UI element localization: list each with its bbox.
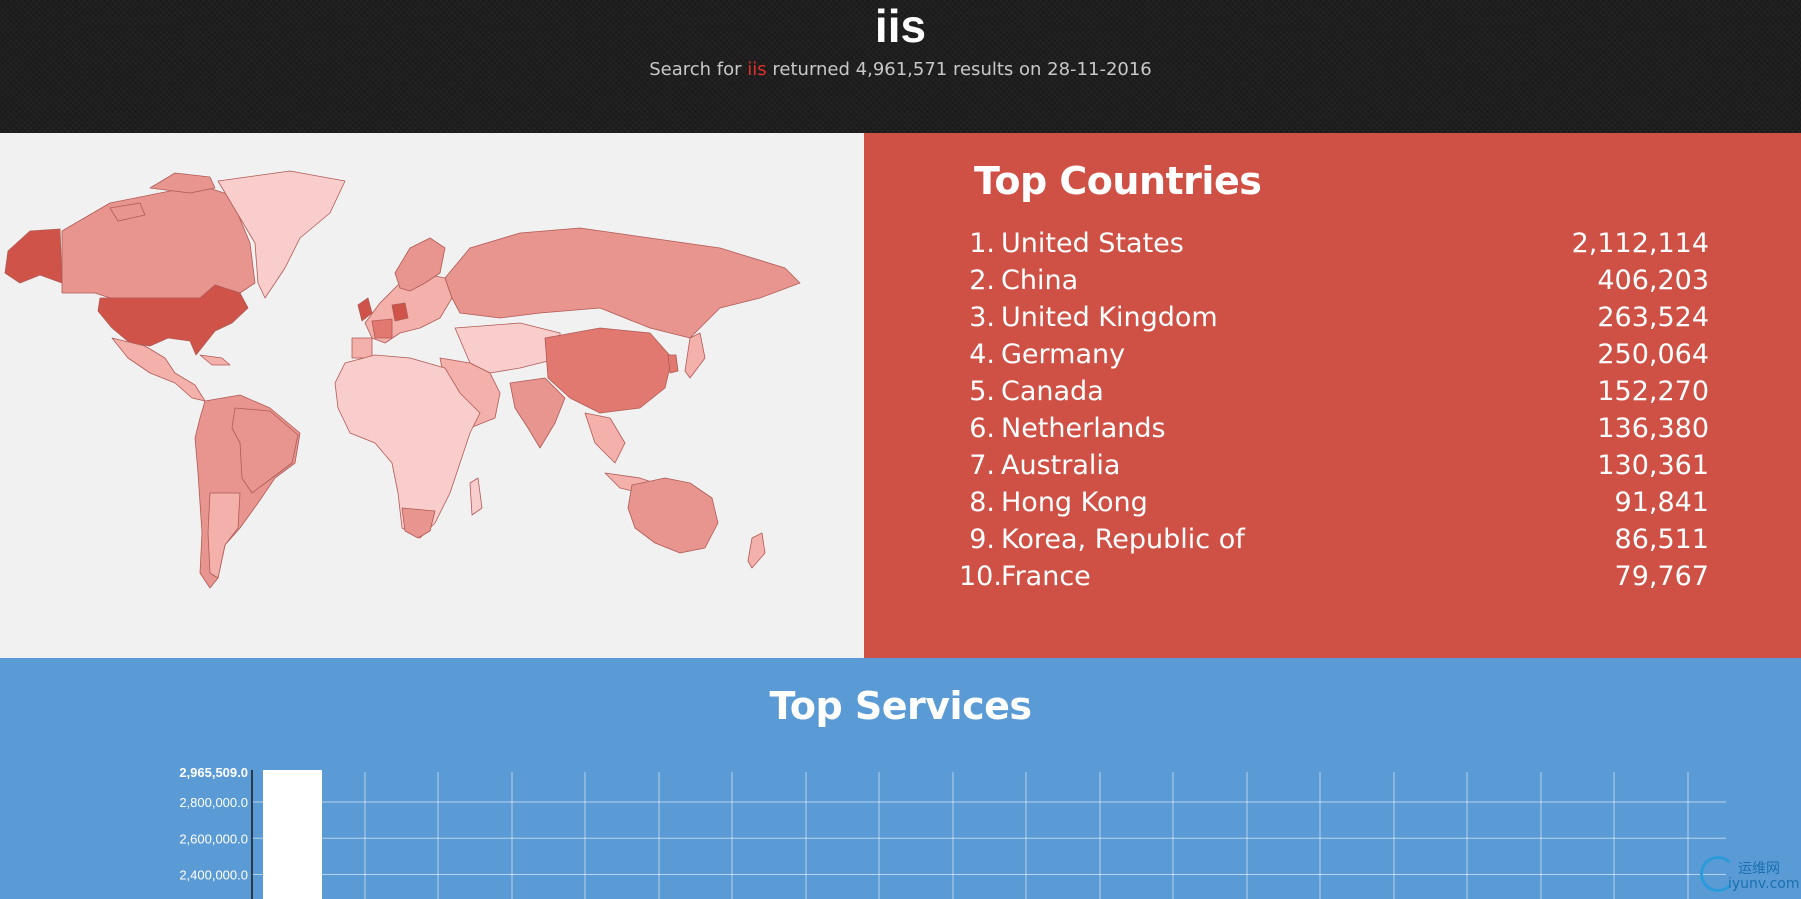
country-row: 6. Netherlands 136,380 bbox=[959, 410, 1709, 447]
map-country-france bbox=[371, 318, 393, 339]
y-tick-label: 2,600,000.0 bbox=[179, 831, 248, 846]
country-name: France bbox=[1001, 561, 1091, 592]
country-name: China bbox=[1001, 265, 1079, 296]
map-country-australia bbox=[627, 477, 719, 554]
watermark-en-text: iyunv.com bbox=[1728, 876, 1800, 892]
country-row: 2. China 406,203 bbox=[959, 262, 1709, 299]
top-services-chart: 2,965,509.0 2,800,000.0 2,600,000.0 2,400,0… bbox=[179, 765, 1726, 899]
country-count: 2,112,114 bbox=[1571, 228, 1709, 259]
country-row: 10. France 79,767 bbox=[959, 558, 1709, 595]
country-count: 130,361 bbox=[1597, 450, 1709, 481]
country-rank: 9. bbox=[969, 524, 995, 555]
country-rank: 5. bbox=[969, 376, 995, 407]
country-rank: 8. bbox=[969, 487, 995, 518]
country-list: 1. United States 2,112,114 2. China 406,203 3.… bbox=[959, 225, 1709, 595]
map-country-india bbox=[509, 377, 566, 449]
country-count: 250,064 bbox=[1597, 339, 1709, 370]
watermark: 运维网 iyunv.com bbox=[1700, 852, 1801, 899]
country-rank: 3. bbox=[969, 302, 995, 333]
country-count: 86,511 bbox=[1614, 524, 1709, 555]
summary-prefix: Search for bbox=[649, 59, 748, 80]
y-tick-label: 2,400,000.0 bbox=[179, 868, 248, 883]
country-rank: 6. bbox=[969, 413, 995, 444]
country-rank: 1. bbox=[969, 228, 995, 259]
top-countries-title: Top Countries bbox=[974, 159, 1262, 203]
top-services-panel: Top Services 2,965,509.0 2,800,000.0 2,600… bbox=[0, 658, 1801, 899]
country-count: 152,270 bbox=[1597, 376, 1709, 407]
country-row: 1. United States 2,112,114 bbox=[959, 225, 1709, 262]
country-name: Netherlands bbox=[1001, 413, 1166, 444]
country-row: 3. United Kingdom 263,524 bbox=[959, 299, 1709, 336]
map-country-korea bbox=[667, 354, 679, 374]
map-country-alaska bbox=[4, 228, 63, 284]
country-count: 91,841 bbox=[1614, 487, 1709, 518]
y-tick-label: 2,800,000.0 bbox=[179, 795, 248, 810]
map-southeast-asia bbox=[584, 412, 626, 464]
country-row: 9. Korea, Republic of 86,511 bbox=[959, 521, 1709, 558]
map-country-mexico bbox=[111, 337, 206, 402]
service-bar[interactable] bbox=[263, 770, 322, 899]
map-country-argentina bbox=[207, 492, 241, 579]
world-map[interactable] bbox=[0, 133, 864, 658]
summary-suffix: returned 4,961,571 results on 28-11-2016 bbox=[766, 59, 1152, 80]
y-tick-label: 2,965,509.0 bbox=[179, 765, 248, 780]
country-name: Canada bbox=[1001, 376, 1104, 407]
country-name: Germany bbox=[1001, 339, 1126, 370]
map-country-madagascar bbox=[469, 477, 483, 516]
results-summary: Search for iis returned 4,961,571 result… bbox=[0, 59, 1801, 80]
country-row: 5. Canada 152,270 bbox=[959, 373, 1709, 410]
map-country-germany bbox=[391, 302, 409, 322]
country-rank: 7. bbox=[969, 450, 995, 481]
country-rank: 4. bbox=[969, 339, 995, 370]
country-rank: 2. bbox=[969, 265, 995, 296]
map-country-canada bbox=[61, 184, 256, 299]
country-count: 406,203 bbox=[1597, 265, 1709, 296]
country-row: 8. Hong Kong 91,841 bbox=[959, 484, 1709, 521]
results-header: iis Search for iis returned 4,961,571 re… bbox=[0, 0, 1801, 133]
country-name: Australia bbox=[1001, 450, 1121, 481]
country-rank: 10. bbox=[959, 561, 1002, 592]
map-country-japan bbox=[684, 332, 706, 379]
world-map-panel bbox=[0, 133, 864, 658]
country-row: 7. Australia 130,361 bbox=[959, 447, 1709, 484]
country-count: 136,380 bbox=[1597, 413, 1709, 444]
country-count: 263,524 bbox=[1597, 302, 1709, 333]
map-country-south-africa bbox=[401, 507, 436, 539]
country-row: 4. Germany 250,064 bbox=[959, 336, 1709, 373]
watermark-cn-text: 运维网 bbox=[1738, 861, 1780, 877]
map-country-new-zealand bbox=[747, 532, 766, 569]
country-name: United Kingdom bbox=[1001, 302, 1218, 333]
country-name: Korea, Republic of bbox=[1001, 524, 1245, 555]
page-title: iis bbox=[874, 0, 927, 52]
map-country-russia bbox=[444, 227, 801, 339]
map-caribbean bbox=[199, 354, 231, 366]
country-count: 79,767 bbox=[1614, 561, 1709, 592]
top-countries-panel: Top Countries 1. United States 2,112,114 2.… bbox=[864, 133, 1801, 658]
search-query: iis bbox=[747, 59, 767, 80]
country-name: United States bbox=[1001, 228, 1184, 259]
country-name: Hong Kong bbox=[1001, 487, 1148, 518]
map-iberia bbox=[351, 337, 373, 359]
